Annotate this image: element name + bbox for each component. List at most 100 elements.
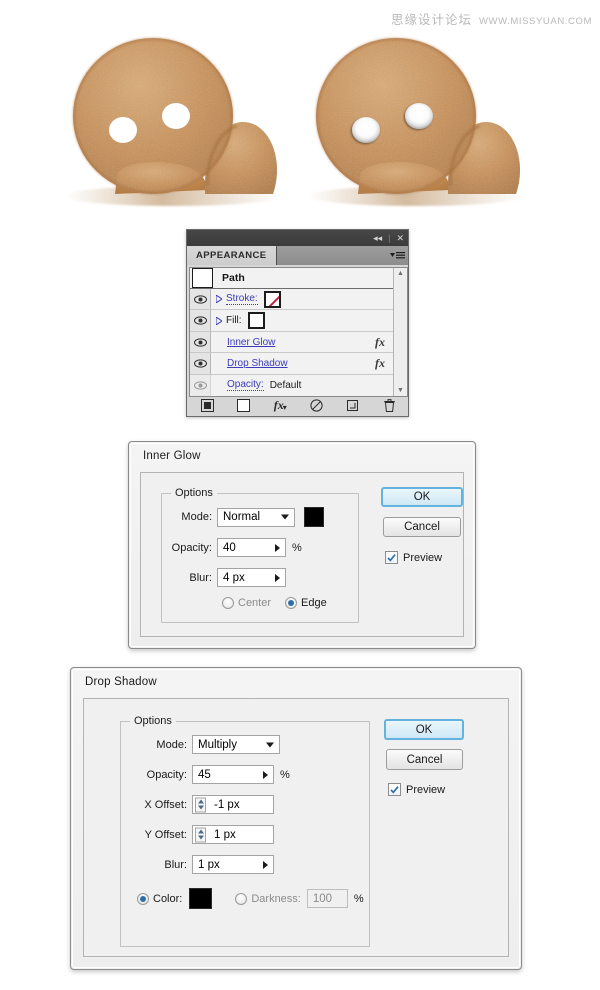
slider-arrow-icon[interactable]	[263, 860, 268, 869]
appearance-row-stroke-label[interactable]: Stroke:	[226, 293, 258, 306]
checkbox-preview[interactable]	[385, 551, 398, 564]
appearance-row-opacity-label[interactable]: Opacity:	[227, 379, 264, 392]
drop-shadow-darkness-value: 100	[312, 892, 333, 905]
drop-shadow-mode-select[interactable]: Multiply	[192, 735, 280, 754]
disclosure-triangle-stroke[interactable]	[211, 295, 223, 304]
appearance-panel-titlebar: ◂◂ | ✕	[187, 230, 408, 246]
add-new-stroke-button[interactable]	[189, 397, 226, 414]
inner-glow-mode-row: Mode: Normal	[168, 507, 358, 527]
inner-glow-color-swatch[interactable]	[304, 507, 324, 527]
inner-glow-ok-button[interactable]: OK	[381, 487, 463, 507]
inner-glow-mode-select[interactable]: Normal	[217, 507, 295, 527]
radio-edge[interactable]	[285, 597, 298, 609]
appearance-list-scrollbar[interactable]: ▲ ▼	[393, 268, 407, 396]
checkbox-preview[interactable]	[388, 783, 401, 796]
fx-icon-drop-shadow[interactable]: fx	[375, 356, 385, 371]
inner-glow-mode-value: Normal	[223, 511, 261, 523]
tabstrip-filler	[276, 246, 386, 265]
drop-shadow-preview-label[interactable]: Preview	[406, 784, 445, 796]
add-new-effect-button[interactable]: fx ▾	[262, 397, 299, 414]
radio-center-label[interactable]: Center	[238, 597, 271, 609]
appearance-row-stroke[interactable]: Stroke:	[190, 289, 393, 311]
inner-glow-opacity-value: 40	[223, 541, 236, 554]
radio-color[interactable]	[137, 892, 149, 905]
drop-shadow-opacity-input[interactable]: 45	[192, 765, 274, 784]
drop-shadow-y-offset-value: 1 px	[214, 828, 236, 841]
inner-glow-preview-checkrow[interactable]: Preview	[385, 551, 442, 564]
gingerbread-after	[298, 18, 538, 208]
drop-shadow-color-swatch[interactable]	[189, 888, 213, 909]
inner-glow-dialog-body: Options Mode: Normal Opacity: 40 % Blur:…	[140, 472, 464, 637]
radio-edge-label[interactable]: Edge	[301, 597, 327, 609]
drop-shadow-x-offset-input[interactable]: -1 px	[192, 795, 274, 814]
drop-shadow-cancel-button[interactable]: Cancel	[386, 749, 463, 770]
delete-item-button[interactable]	[372, 397, 409, 414]
visibility-toggle-stroke[interactable]	[190, 289, 211, 310]
clear-appearance-button[interactable]	[299, 397, 336, 414]
visibility-toggle-opacity[interactable]	[190, 374, 211, 397]
stepper-y-offset[interactable]	[195, 827, 206, 842]
fx-icon-inner-glow[interactable]: fx	[375, 335, 385, 350]
slider-arrow-icon[interactable]	[263, 770, 268, 779]
inner-glow-preview-label[interactable]: Preview	[403, 552, 442, 564]
inner-glow-origin-row: Center Edge	[222, 597, 327, 609]
appearance-panel-footer: fx ▾	[189, 397, 408, 414]
inner-glow-options-legend: Options	[171, 487, 217, 499]
drop-shadow-cancel-label: Cancel	[406, 753, 443, 766]
inner-glow-mode-label: Mode:	[181, 511, 212, 523]
inner-glow-blur-label: Blur:	[189, 571, 212, 584]
stepper-x-offset[interactable]	[195, 797, 206, 812]
appearance-target-row[interactable]: Path	[190, 268, 393, 289]
drop-shadow-ok-button[interactable]: OK	[384, 719, 464, 740]
duplicate-item-button[interactable]	[335, 397, 372, 414]
inner-glow-opacity-input[interactable]: 40	[217, 538, 286, 557]
drop-shadow-y-offset-input[interactable]: 1 px	[192, 825, 274, 844]
collapse-panel-icon[interactable]: ◂◂	[373, 233, 382, 243]
appearance-row-fill[interactable]: Fill:	[190, 310, 393, 332]
inner-glow-cancel-button[interactable]: Cancel	[383, 517, 461, 537]
scroll-up-arrow-icon[interactable]: ▲	[397, 270, 404, 277]
inner-glow-blur-input[interactable]: 4 px	[217, 568, 286, 587]
drop-shadow-blur-input[interactable]: 1 px	[192, 855, 274, 874]
eye-left-glow	[352, 117, 380, 143]
appearance-row-drop-shadow-label[interactable]: Drop Shadow	[227, 358, 288, 369]
radio-center[interactable]	[222, 597, 234, 609]
slider-arrow-icon[interactable]	[275, 543, 280, 552]
drop-shadow-preview-checkrow[interactable]: Preview	[388, 783, 445, 796]
radio-darkness[interactable]	[235, 892, 248, 905]
inner-glow-opacity-unit: %	[292, 541, 302, 554]
visibility-toggle-fill[interactable]	[190, 310, 211, 331]
fill-color-swatch[interactable]	[247, 312, 265, 330]
panel-menu-icon[interactable]	[386, 246, 408, 265]
target-thumbnail[interactable]	[192, 268, 213, 288]
appearance-row-fill-label[interactable]: Fill:	[226, 315, 242, 326]
disclosure-triangle-fill[interactable]	[211, 316, 223, 325]
drop-shadow-darkness-label[interactable]: Darkness:	[251, 893, 301, 905]
scroll-down-arrow-icon[interactable]: ▼	[397, 387, 404, 394]
slider-arrow-icon[interactable]	[275, 573, 280, 582]
chevron-down-icon[interactable]	[266, 742, 274, 747]
drop-shadow-opacity-value: 45	[198, 768, 211, 781]
inner-glow-dialog: Inner Glow Options Mode: Normal Opacity:	[128, 441, 476, 649]
inner-glow-opacity-label: Opacity:	[171, 541, 212, 554]
drop-shadow-blur-label: Blur:	[164, 858, 187, 871]
visibility-toggle-drop-shadow[interactable]	[190, 353, 211, 374]
drop-shadow-options-legend: Options	[130, 715, 176, 727]
add-new-fill-button[interactable]	[226, 397, 263, 414]
drop-shadow-darkness-input[interactable]: 100	[306, 889, 348, 908]
appearance-row-opacity[interactable]: Opacity: Default	[190, 374, 393, 397]
close-icon[interactable]: ✕	[396, 233, 404, 243]
visibility-toggle-inner-glow[interactable]	[190, 331, 211, 353]
drop-shadow-dialog-body: Options Mode: Multiply Opacity: 45 % X O…	[83, 698, 509, 957]
inner-glow-blur-row: Blur: 4 px	[168, 568, 358, 587]
drop-shadow-ok-label: OK	[415, 723, 433, 736]
appearance-row-inner-glow-label[interactable]: Inner Glow	[227, 337, 275, 348]
tab-appearance[interactable]: APPEARANCE	[187, 246, 277, 265]
chevron-down-icon[interactable]	[281, 514, 289, 520]
stroke-color-swatch[interactable]	[263, 290, 281, 308]
appearance-row-inner-glow[interactable]: Inner Glow fx	[190, 331, 393, 354]
inner-glow-blur-value: 4 px	[223, 571, 245, 584]
drop-shadow-color-label[interactable]: Color:	[153, 893, 182, 905]
appearance-row-drop-shadow[interactable]: Drop Shadow fx	[190, 353, 393, 375]
inner-glow-cancel-label: Cancel	[404, 521, 440, 533]
